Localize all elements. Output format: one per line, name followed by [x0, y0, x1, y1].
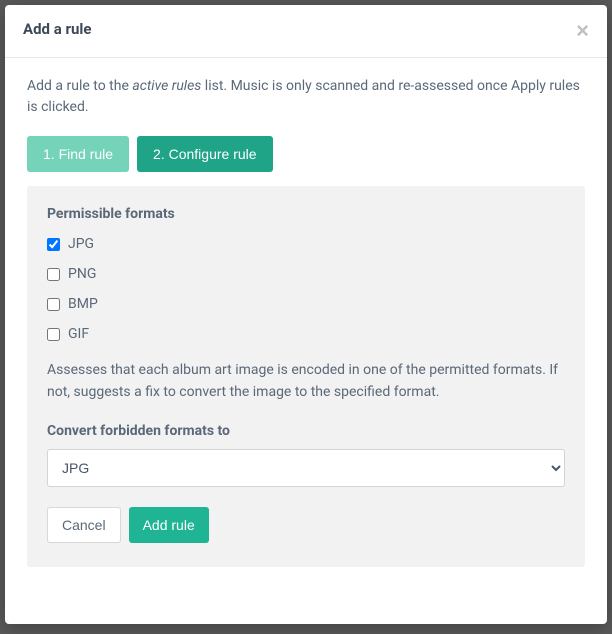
close-icon[interactable]: × — [576, 20, 589, 42]
format-label-jpg: JPG — [68, 236, 94, 252]
checkbox-gif[interactable] — [47, 328, 60, 341]
convert-select[interactable]: JPG — [47, 449, 565, 487]
format-item-gif[interactable]: GIF — [47, 326, 565, 342]
intro-italic: active rules — [132, 78, 201, 94]
format-item-png[interactable]: PNG — [47, 266, 565, 282]
checkbox-jpg[interactable] — [47, 238, 60, 251]
format-label-gif: GIF — [68, 326, 89, 342]
intro-text: Add a rule to the active rules list. Mus… — [27, 76, 585, 118]
convert-select-wrap: JPG — [47, 449, 565, 487]
format-label-png: PNG — [68, 266, 96, 282]
modal-dialog: Add a rule × Add a rule to the active ru… — [5, 5, 607, 624]
modal-title: Add a rule — [23, 20, 91, 38]
intro-prefix: Add a rule to the — [27, 78, 132, 94]
permissible-formats-label: Permissible formats — [47, 206, 565, 222]
action-buttons: Cancel Add rule — [47, 507, 565, 543]
format-list: JPG PNG BMP GIF — [47, 236, 565, 342]
format-label-bmp: BMP — [68, 296, 98, 312]
cancel-button[interactable]: Cancel — [47, 507, 121, 543]
tab-find-rule[interactable]: 1. Find rule — [27, 136, 129, 172]
modal-body: Add a rule to the active rules list. Mus… — [5, 58, 607, 624]
configure-panel: Permissible formats JPG PNG BMP GIF — [27, 186, 585, 567]
checkbox-bmp[interactable] — [47, 298, 60, 311]
modal-header: Add a rule × — [5, 5, 607, 58]
format-item-jpg[interactable]: JPG — [47, 236, 565, 252]
convert-label: Convert forbidden formats to — [47, 423, 565, 439]
add-rule-button[interactable]: Add rule — [129, 507, 209, 543]
format-item-bmp[interactable]: BMP — [47, 296, 565, 312]
rule-description: Assesses that each album art image is en… — [47, 360, 565, 403]
tab-configure-rule[interactable]: 2. Configure rule — [137, 136, 273, 172]
step-tabs: 1. Find rule 2. Configure rule — [27, 136, 585, 172]
checkbox-png[interactable] — [47, 268, 60, 281]
